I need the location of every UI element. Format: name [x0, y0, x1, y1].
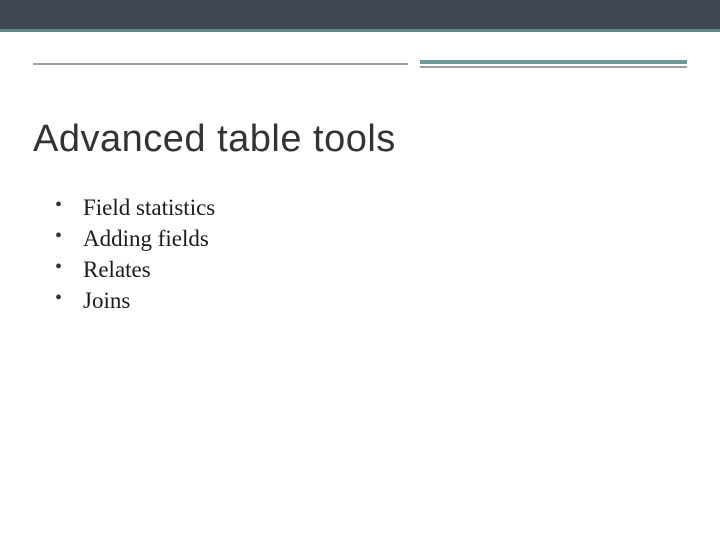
slide-top-bar [0, 0, 720, 32]
list-item: Adding fields [55, 223, 215, 254]
slide-title: Advanced table tools [33, 118, 396, 161]
bullet-list: Field statistics Adding fields Relates J… [55, 192, 215, 316]
title-underline [0, 60, 720, 68]
underline-left-segment [33, 63, 408, 65]
list-item: Field statistics [55, 192, 215, 223]
underline-right-segment [420, 66, 687, 68]
list-item: Joins [55, 285, 215, 316]
list-item: Relates [55, 254, 215, 285]
underline-right-accent [420, 60, 687, 64]
